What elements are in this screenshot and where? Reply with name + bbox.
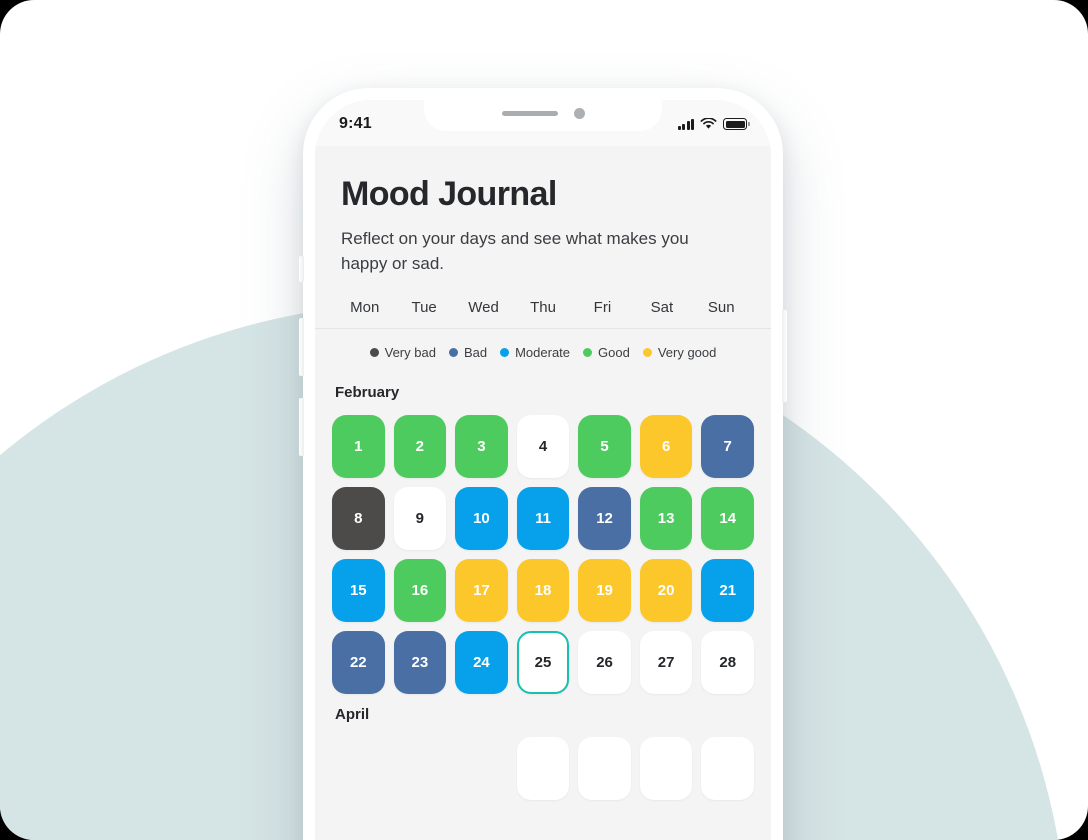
day-cell[interactable] [578,736,631,800]
page-title: Mood Journal [341,175,557,213]
legend-dot-icon [642,347,652,357]
day-cell[interactable]: 14 [701,486,754,550]
month-label-february: February [335,383,400,401]
weekday-mon: Mon [350,298,380,316]
earpiece-speaker [501,111,558,116]
legend-label: Good [598,344,630,360]
front-camera-icon [573,108,585,119]
day-cell[interactable]: 10 [455,486,508,550]
mood-journal-app: Mood Journal Reflect on your days and se… [315,100,771,840]
month-grid-february: 1 2 3 4 5 6 7 8 9 10 11 12 13 14 15 16 17 18 19 20 21 22 23 24 2… [315,401,771,694]
volume-up-button[interactable] [299,318,304,376]
day-cell[interactable]: 23 [393,630,447,694]
legend-item-very-bad: Very bad [369,344,436,360]
weekday-tue: Tue [411,298,437,316]
page-subtitle: Reflect on your days and see what makes … [341,229,689,274]
day-cell[interactable]: 6 [639,414,693,478]
day-cell[interactable]: 7 [701,414,754,478]
app-header: Mood Journal Reflect on your days and se… [315,146,771,277]
day-cell[interactable]: 26 [578,630,631,694]
day-cell[interactable]: 12 [578,486,631,550]
day-cell[interactable]: 13 [639,486,693,550]
weekday-fri: Fri [593,298,612,316]
day-cell[interactable] [516,736,570,800]
day-cell[interactable]: 3 [455,414,508,478]
power-button[interactable] [782,310,787,402]
month-grid-april [315,723,771,800]
day-cell-placeholder [455,737,508,800]
legend-label: Moderate [515,344,571,360]
day-cell-placeholder [332,737,385,800]
day-cell-placeholder [394,737,447,800]
legend-item-moderate: Moderate [500,345,570,360]
day-cell[interactable]: 15 [332,558,385,622]
battery-full-icon [723,118,750,130]
status-clock: 9:41 [339,115,372,132]
day-cell[interactable]: 16 [393,558,447,622]
phone-mockup: Mood Journal Reflect on your days and se… [299,88,787,840]
month-list: February 1 2 3 4 5 6 7 8 9 10 11 12 13 14 15 16 17 18 19 20 2… [315,372,771,800]
day-cell[interactable]: 27 [639,630,693,694]
volume-down-button[interactable] [299,398,304,456]
legend-item-bad: Bad [448,344,488,360]
silent-switch-button[interactable] [299,256,304,282]
legend-dot-icon [448,347,458,357]
day-cell[interactable]: 18 [516,558,570,622]
legend-label: Very bad [384,344,436,360]
legend-item-good: Good [583,345,630,360]
phone-notch [424,100,662,131]
phone-screen: Mood Journal Reflect on your days and se… [315,100,771,840]
weekday-sat: Sat [650,298,674,316]
legend-label: Very good [657,344,717,360]
day-cell[interactable]: 8 [332,486,385,550]
weekday-thu: Thu [530,298,556,316]
legend-dot-icon [500,347,510,357]
day-cell[interactable]: 20 [639,558,693,622]
legend-dot-icon [369,347,379,357]
status-icons [677,118,750,130]
day-cell[interactable]: 17 [455,558,508,622]
day-cell[interactable]: 1 [332,414,385,478]
day-cell[interactable]: 4 [516,414,570,478]
day-cell[interactable]: 2 [393,414,447,478]
legend-item-very-good: Very good [642,344,717,360]
mood-legend: Very bad Bad Moderate Good Very good [315,329,771,372]
day-cell-selected[interactable]: 25 [516,630,570,694]
day-cell[interactable]: 11 [516,486,570,550]
month-label-april: April [335,705,370,723]
day-cell[interactable]: 19 [578,558,631,622]
day-cell[interactable]: 24 [455,630,508,694]
day-cell[interactable]: 21 [701,558,754,622]
day-cell[interactable] [639,736,693,800]
wifi-icon [700,118,717,129]
day-cell[interactable]: 9 [393,486,447,550]
cellular-bars-icon [677,118,694,130]
legend-label: Bad [463,344,488,360]
weekday-wed: Wed [468,298,499,316]
day-cell[interactable] [701,736,754,800]
day-cell[interactable]: 28 [701,630,754,694]
day-cell[interactable]: 22 [332,630,385,694]
weekday-header-row: Mon Tue Wed Thu Fri Sat Sun [315,277,771,329]
day-cell[interactable]: 5 [578,414,631,478]
page-root: Mood Journal Reflect on your days and se… [0,0,1088,840]
legend-dot-icon [583,347,593,357]
weekday-sun: Sun [707,298,735,316]
